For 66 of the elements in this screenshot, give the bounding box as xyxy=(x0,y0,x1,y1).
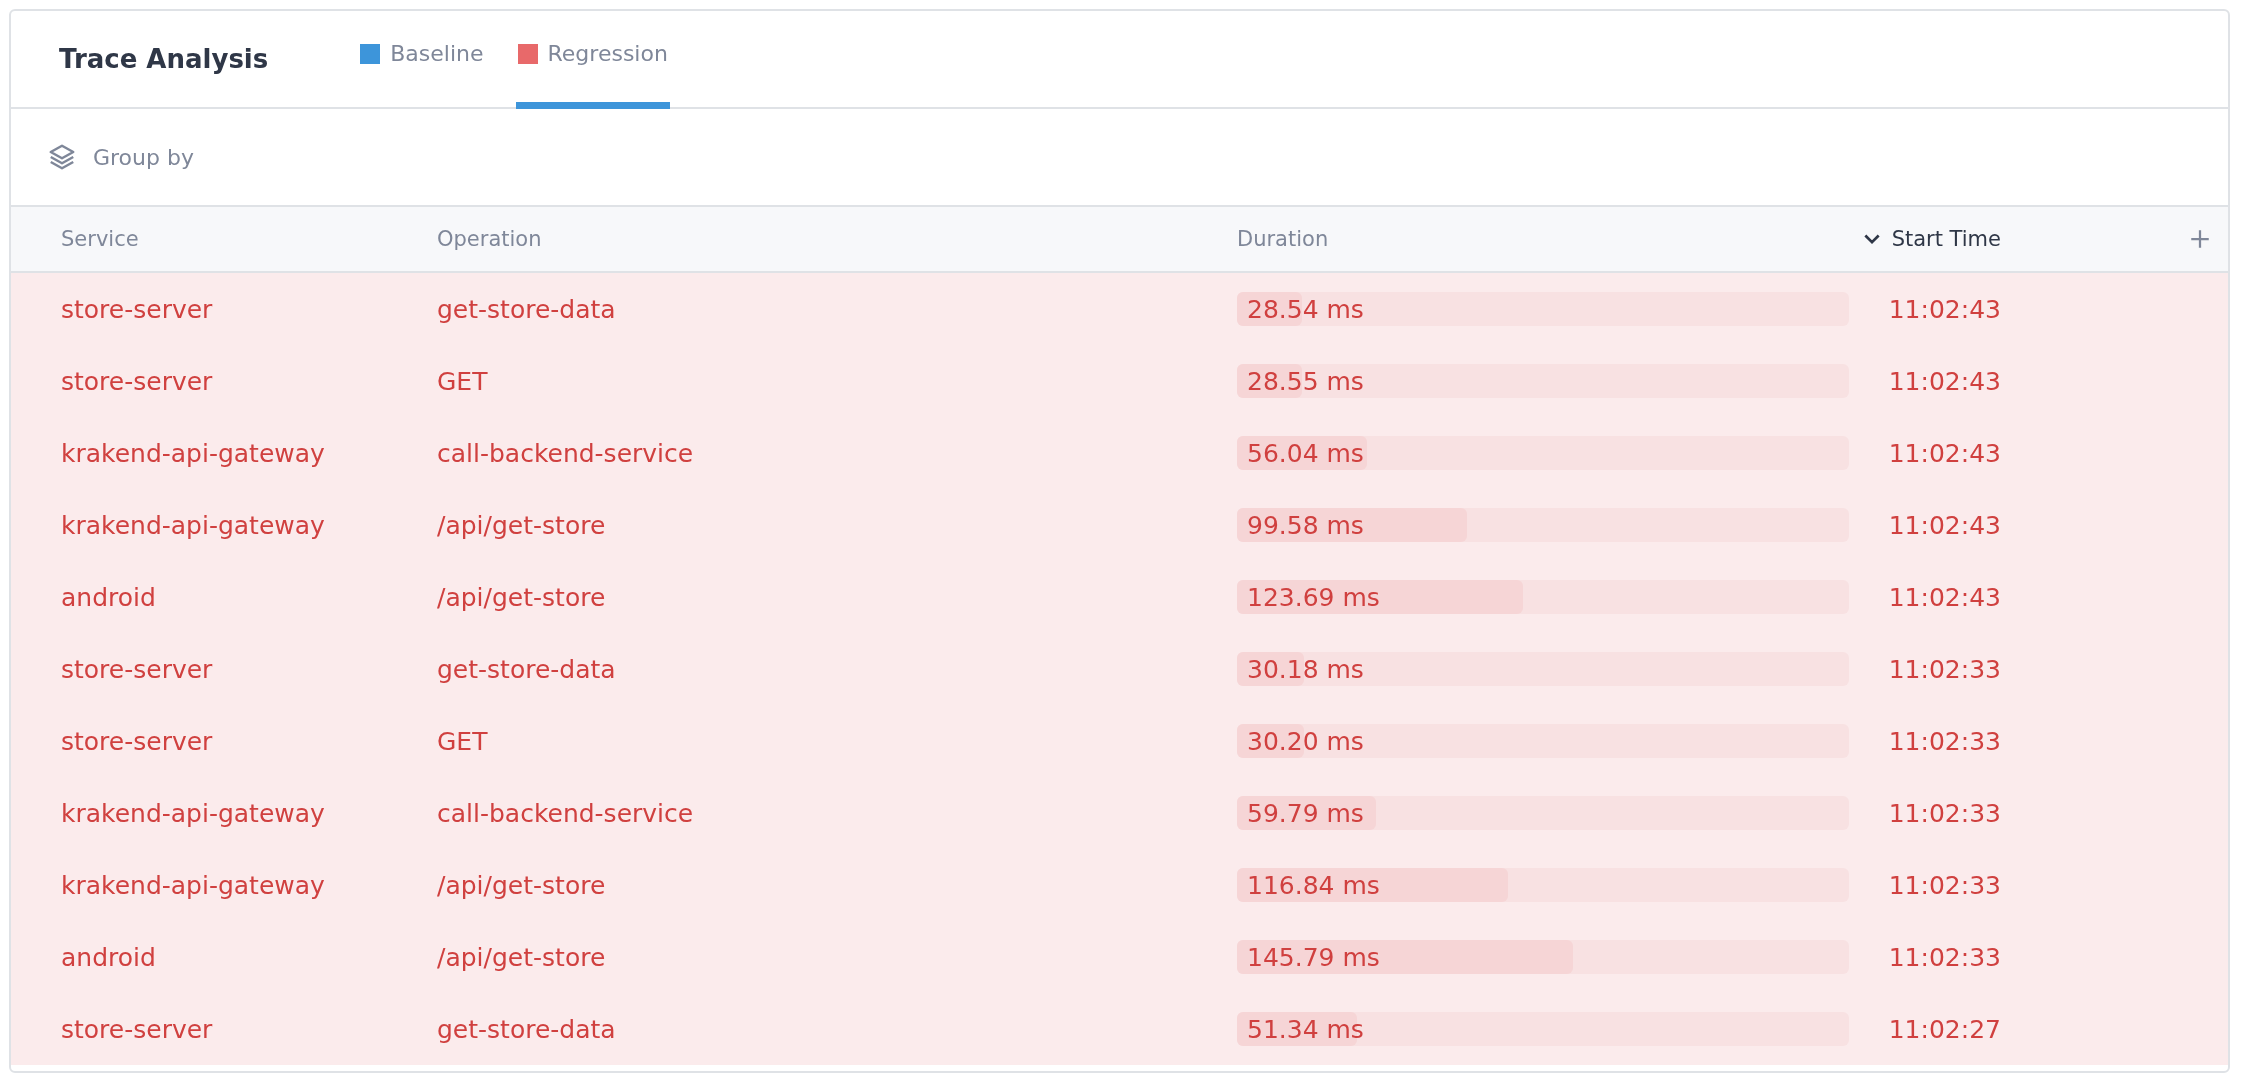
start-time: 11:02:43 xyxy=(1888,366,2001,396)
start-time: 11:02:43 xyxy=(1888,510,2001,540)
duration-value: 59.79 ms xyxy=(1246,798,1364,828)
start-time: 11:02:33 xyxy=(1888,798,2001,828)
start-time: 11:02:27 xyxy=(1888,1014,2001,1044)
trace-row[interactable]: store-server get-store-data 51.34 ms 11:02:27 xyxy=(11,993,2228,1065)
operation-name: call-backend-service xyxy=(437,798,694,828)
duration-value: 56.04 ms xyxy=(1246,438,1364,468)
service-name: krakend-api-gateway xyxy=(61,510,325,540)
start-time: 11:02:43 xyxy=(1888,294,2001,324)
tab[interactable]: Regression xyxy=(515,11,670,109)
trace-row[interactable]: krakend-api-gateway call-backend-service 56.04 ms 11:02:43 xyxy=(11,417,2228,489)
trace-row[interactable]: store-server get-store-data 30.18 ms 11:02:33 xyxy=(11,633,2228,705)
column-header[interactable]: Service xyxy=(61,227,139,251)
service-name: android xyxy=(61,942,156,972)
trace-row[interactable]: krakend-api-gateway /api/get-store 99.58 ms 11:02:43 xyxy=(11,489,2228,561)
tab[interactable]: Baseline xyxy=(358,11,486,109)
service-name: store-server xyxy=(61,1014,213,1044)
start-time: 11:02:33 xyxy=(1888,870,2001,900)
trace-row[interactable]: krakend-api-gateway /api/get-store 116.84 ms 11:02:33 xyxy=(11,849,2228,921)
column-header[interactable]: Duration xyxy=(1237,227,1329,251)
start-time: 11:02:33 xyxy=(1888,942,2001,972)
service-name: krakend-api-gateway xyxy=(61,438,325,468)
service-name: krakend-api-gateway xyxy=(61,798,325,828)
duration-value: 51.34 ms xyxy=(1246,1014,1364,1044)
operation-name: /api/get-store xyxy=(437,510,606,540)
operation-name: get-store-data xyxy=(437,654,616,684)
panel-title: Trace Analysis xyxy=(59,44,269,74)
trace-row[interactable]: android /api/get-store 145.79 ms 11:02:33 xyxy=(11,921,2228,993)
service-name: krakend-api-gateway xyxy=(61,870,325,900)
duration-value: 30.20 ms xyxy=(1246,726,1364,756)
start-time: 11:02:43 xyxy=(1888,582,2001,612)
duration-value: 116.84 ms xyxy=(1246,870,1380,900)
service-name: store-server xyxy=(61,654,213,684)
caret-icon xyxy=(1863,233,1880,245)
column-header[interactable]: Operation xyxy=(437,227,542,251)
group-by-button[interactable]: Group by xyxy=(47,142,194,172)
duration-value: 123.69 ms xyxy=(1246,582,1380,612)
service-name: android xyxy=(61,582,156,612)
duration-value: 30.18 ms xyxy=(1246,654,1364,684)
start-time: 11:02:33 xyxy=(1888,726,2001,756)
duration-value: 28.55 ms xyxy=(1246,366,1364,396)
trace-row[interactable]: android /api/get-store 123.69 ms 11:02:43 xyxy=(11,561,2228,633)
operation-name: /api/get-store xyxy=(437,582,606,612)
operation-name: get-store-data xyxy=(437,1014,616,1044)
column-header[interactable]: Start Time xyxy=(1863,227,2001,251)
service-name: store-server xyxy=(61,726,213,756)
layers-icon xyxy=(47,142,77,172)
duration-value: 99.58 ms xyxy=(1246,510,1364,540)
start-time: 11:02:33 xyxy=(1888,654,2001,684)
operation-name: get-store-data xyxy=(437,294,616,324)
trace-row[interactable]: store-server GET 28.55 ms 11:02:43 xyxy=(11,345,2228,417)
trace-row[interactable]: store-server get-store-data 28.54 ms 11:02:43 xyxy=(11,273,2228,345)
duration-value: 28.54 ms xyxy=(1246,294,1364,324)
operation-name: GET xyxy=(437,726,488,756)
service-name: store-server xyxy=(61,366,213,396)
add-column-icon[interactable] xyxy=(2190,229,2210,249)
trace-row[interactable]: krakend-api-gateway call-backend-service 59.79 ms 11:02:33 xyxy=(11,777,2228,849)
service-name: store-server xyxy=(61,294,213,324)
trace-row[interactable]: store-server GET 30.20 ms 11:02:33 xyxy=(11,705,2228,777)
operation-name: /api/get-store xyxy=(437,870,606,900)
operation-name: call-backend-service xyxy=(437,438,694,468)
operation-name: GET xyxy=(437,366,488,396)
duration-value: 145.79 ms xyxy=(1246,942,1380,972)
operation-name: /api/get-store xyxy=(437,942,606,972)
start-time: 11:02:43 xyxy=(1888,438,2001,468)
